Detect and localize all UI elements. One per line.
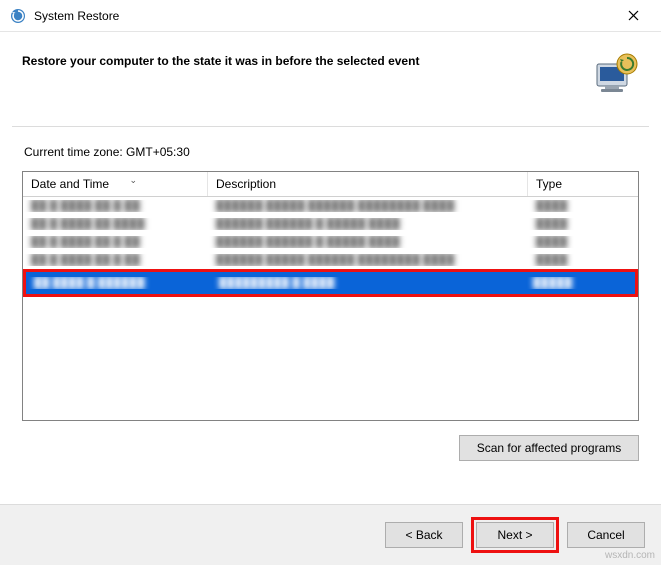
titlebar: System Restore <box>0 0 661 32</box>
cell-date: ██ █ ████ ██ ████ <box>23 218 208 230</box>
column-date[interactable]: Date and Time ⌄ <box>23 172 208 196</box>
cell-date: ██ █ ████ ██ █ ██ <box>23 200 208 212</box>
system-restore-icon <box>10 8 26 24</box>
close-button[interactable] <box>613 2 653 30</box>
content-panel: Current time zone: GMT+05:30 Date and Ti… <box>12 126 649 496</box>
back-button[interactable]: < Back <box>385 522 463 548</box>
next-button-highlight: Next > <box>471 517 559 553</box>
cell-desc: ██████ █████ ██████ ████████ ████ <box>208 254 528 266</box>
cell-type: ████ <box>528 200 638 212</box>
column-description[interactable]: Description <box>208 172 528 196</box>
restore-hero-icon <box>591 50 639 98</box>
cell-desc: █████████ █ ████ <box>211 277 525 289</box>
table-body: ██ █ ████ ██ █ ██ ██████ █████ ██████ ██… <box>23 197 638 387</box>
cell-type: ████ <box>528 218 638 230</box>
table-row-empty <box>23 297 638 315</box>
cell-date: ██ ████ █ ██████ <box>26 277 211 289</box>
table-row[interactable]: ██ █ ████ ██ █ ██ ██████ █████ ██████ ██… <box>23 197 638 215</box>
table-row-empty <box>23 333 638 351</box>
cell-type: ████ <box>528 254 638 266</box>
scan-affected-programs-button[interactable]: Scan for affected programs <box>459 435 639 461</box>
scan-row: Scan for affected programs <box>22 435 639 461</box>
table-header: Date and Time ⌄ Description Type <box>23 172 638 197</box>
cell-type: █████ <box>525 277 635 289</box>
timezone-label: Current time zone: GMT+05:30 <box>22 145 639 159</box>
wizard-footer: < Back Next > Cancel <box>0 504 661 565</box>
cell-desc: ██████ ██████ █ █████ ████ <box>208 218 528 230</box>
table-row[interactable]: ██ █ ████ ██ █ ██ ██████ ██████ █ █████ … <box>23 233 638 251</box>
table-row-empty <box>23 351 638 369</box>
table-row-selected[interactable]: ██ ████ █ ██████ █████████ █ ████ █████ <box>26 272 635 294</box>
column-type[interactable]: Type <box>528 172 638 196</box>
cell-type: ████ <box>528 236 638 248</box>
cell-desc: ██████ █████ ██████ ████████ ████ <box>208 200 528 212</box>
selected-row-highlight: ██ ████ █ ██████ █████████ █ ████ █████ <box>23 269 638 297</box>
column-date-label: Date and Time <box>31 177 109 191</box>
cancel-button[interactable]: Cancel <box>567 522 645 548</box>
cell-date: ██ █ ████ ██ █ ██ <box>23 236 208 248</box>
table-row-empty <box>23 369 638 387</box>
table-row[interactable]: ██ █ ████ ██ ████ ██████ ██████ █ █████ … <box>23 215 638 233</box>
table-row[interactable]: ██ █ ████ ██ █ ██ ██████ █████ ██████ ██… <box>23 251 638 269</box>
close-icon <box>628 10 639 21</box>
cell-desc: ██████ ██████ █ █████ ████ <box>208 236 528 248</box>
page-heading: Restore your computer to the state it wa… <box>22 50 591 68</box>
window-title: System Restore <box>34 9 613 23</box>
next-button[interactable]: Next > <box>476 522 554 548</box>
table-row-empty <box>23 315 638 333</box>
wizard-header: Restore your computer to the state it wa… <box>0 32 661 126</box>
sort-indicator-icon: ⌄ <box>129 175 137 186</box>
restore-points-table[interactable]: Date and Time ⌄ Description Type ██ █ ██… <box>22 171 639 421</box>
watermark: wsxdn.com <box>605 550 655 561</box>
cell-date: ██ █ ████ ██ █ ██ <box>23 254 208 266</box>
